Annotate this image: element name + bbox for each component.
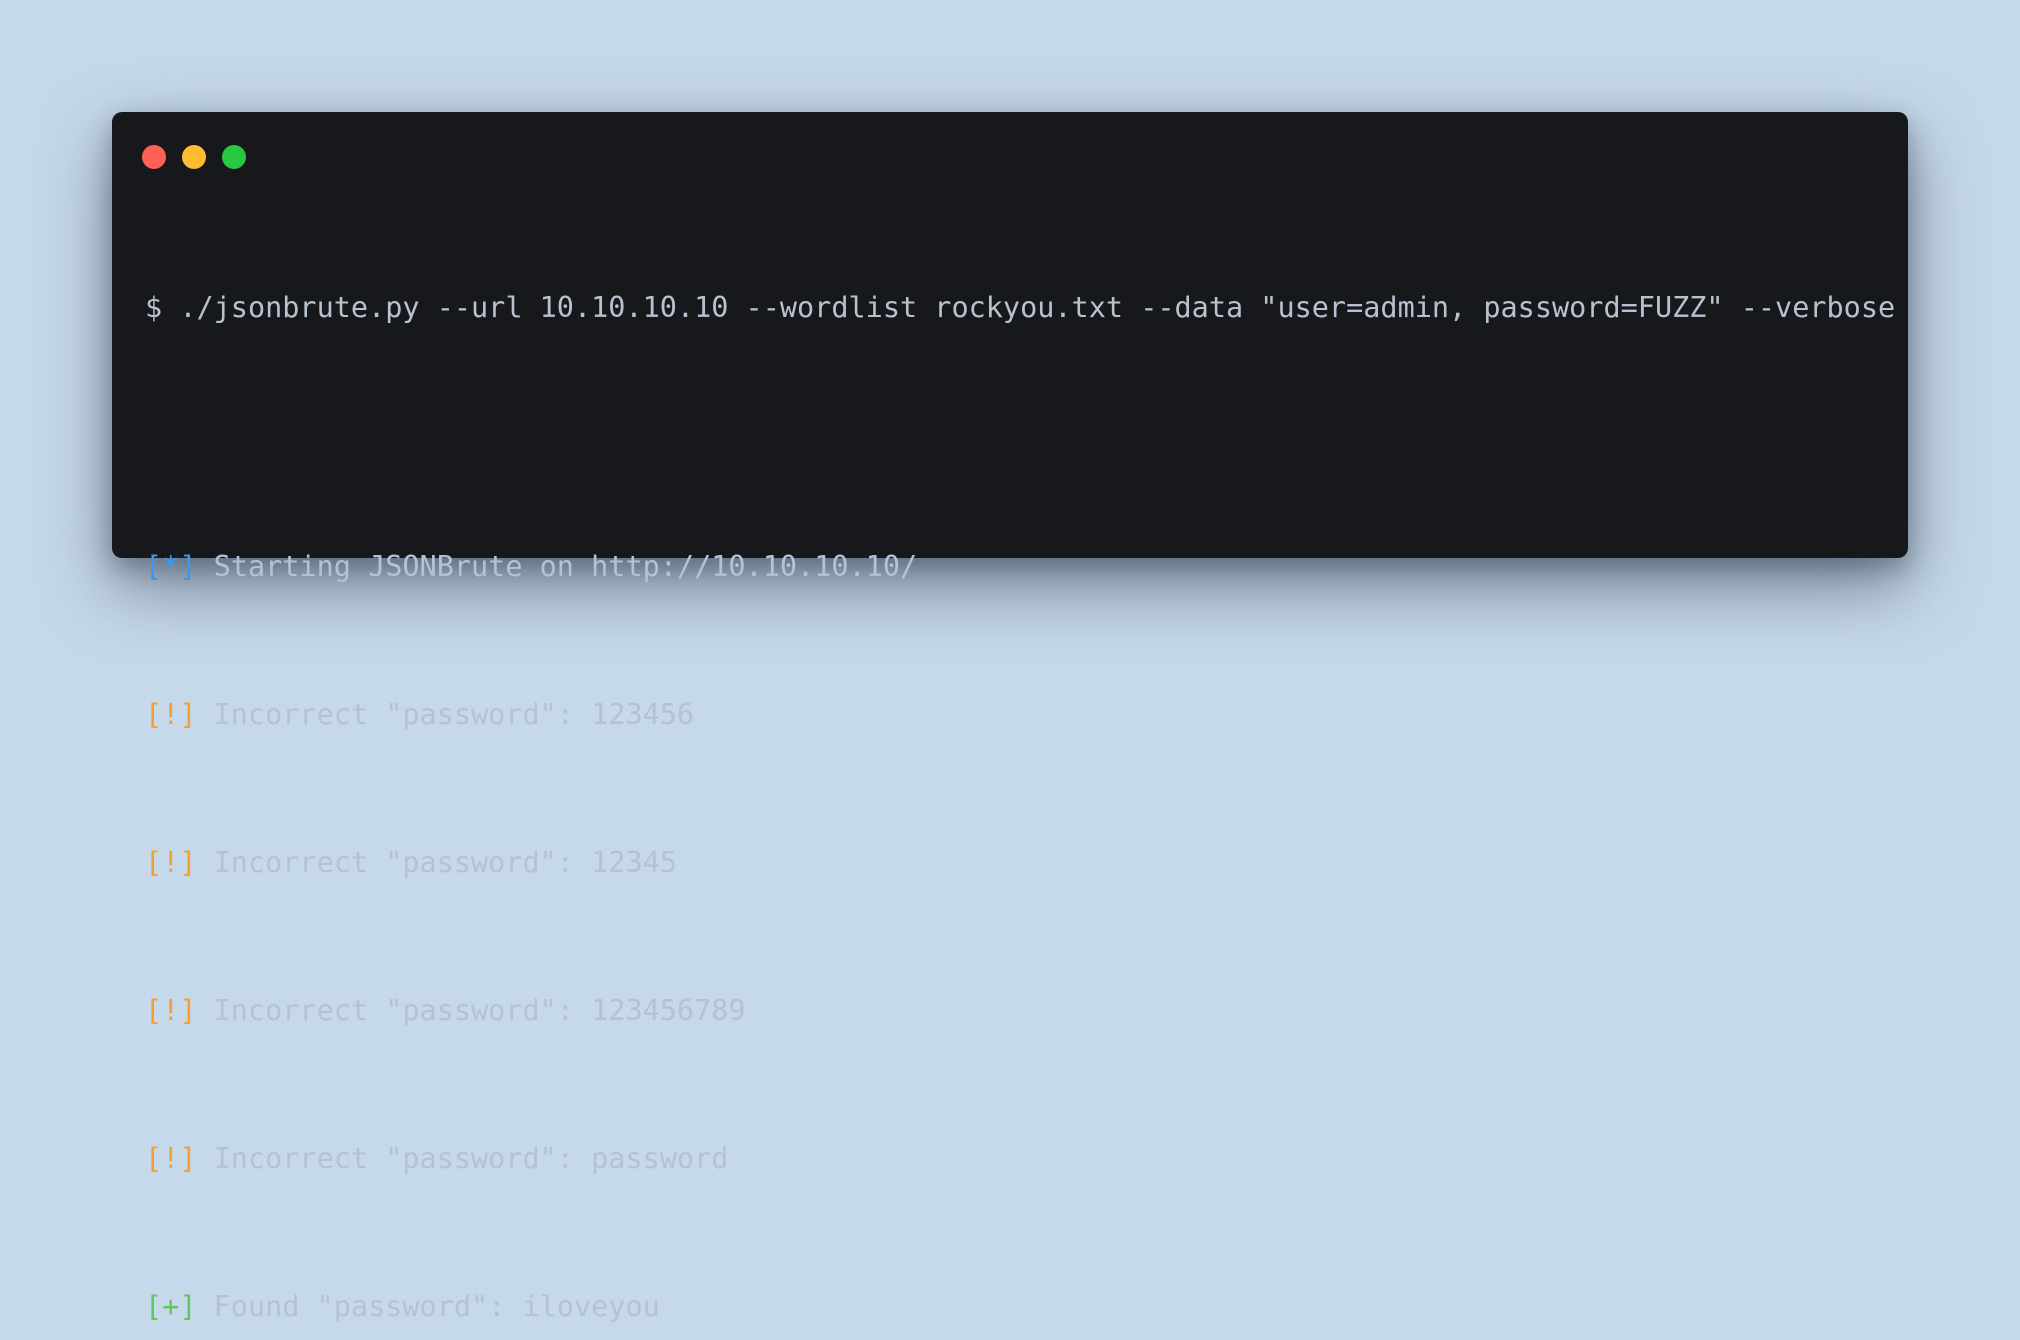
- minimize-button[interactable]: [182, 145, 206, 169]
- warning-tag: [!]: [145, 846, 197, 879]
- success-tag: [+]: [145, 1290, 197, 1323]
- output-text: Incorrect "password": 12345: [196, 846, 677, 879]
- window-controls: [142, 145, 246, 169]
- output-line-incorrect: [!] Incorrect "password": 12345: [145, 844, 1878, 881]
- output-line-starting: [*] Starting JSONBrute on http://10.10.1…: [145, 548, 1878, 585]
- output-text: Found "password": iloveyou: [196, 1290, 660, 1323]
- output-line-incorrect: [!] Incorrect "password": password: [145, 1140, 1878, 1177]
- output-line-incorrect: [!] Incorrect "password": 123456789: [145, 992, 1878, 1029]
- close-button[interactable]: [142, 145, 166, 169]
- terminal-window: $ ./jsonbrute.py --url 10.10.10.10 --wor…: [112, 112, 1908, 1323]
- terminal-output[interactable]: $ ./jsonbrute.py --url 10.10.10.10 --wor…: [145, 215, 1896, 1340]
- warning-tag: [!]: [145, 994, 197, 1027]
- output-text: Starting JSONBrute on http://10.10.10.10…: [196, 550, 918, 583]
- warning-tag: [!]: [145, 1142, 197, 1175]
- output-line-found: [+] Found "password": iloveyou: [145, 1288, 1878, 1325]
- output-line-incorrect: [!] Incorrect "password": 123456: [145, 696, 1878, 733]
- warning-tag: [!]: [145, 698, 197, 731]
- info-tag: [*]: [145, 550, 197, 583]
- output-text: Incorrect "password": 123456789: [196, 994, 746, 1027]
- output-text: Incorrect "password": password: [196, 1142, 729, 1175]
- output-text: Incorrect "password": 123456: [196, 698, 695, 731]
- maximize-button[interactable]: [222, 145, 246, 169]
- command-line: $ ./jsonbrute.py --url 10.10.10.10 --wor…: [145, 291, 1896, 324]
